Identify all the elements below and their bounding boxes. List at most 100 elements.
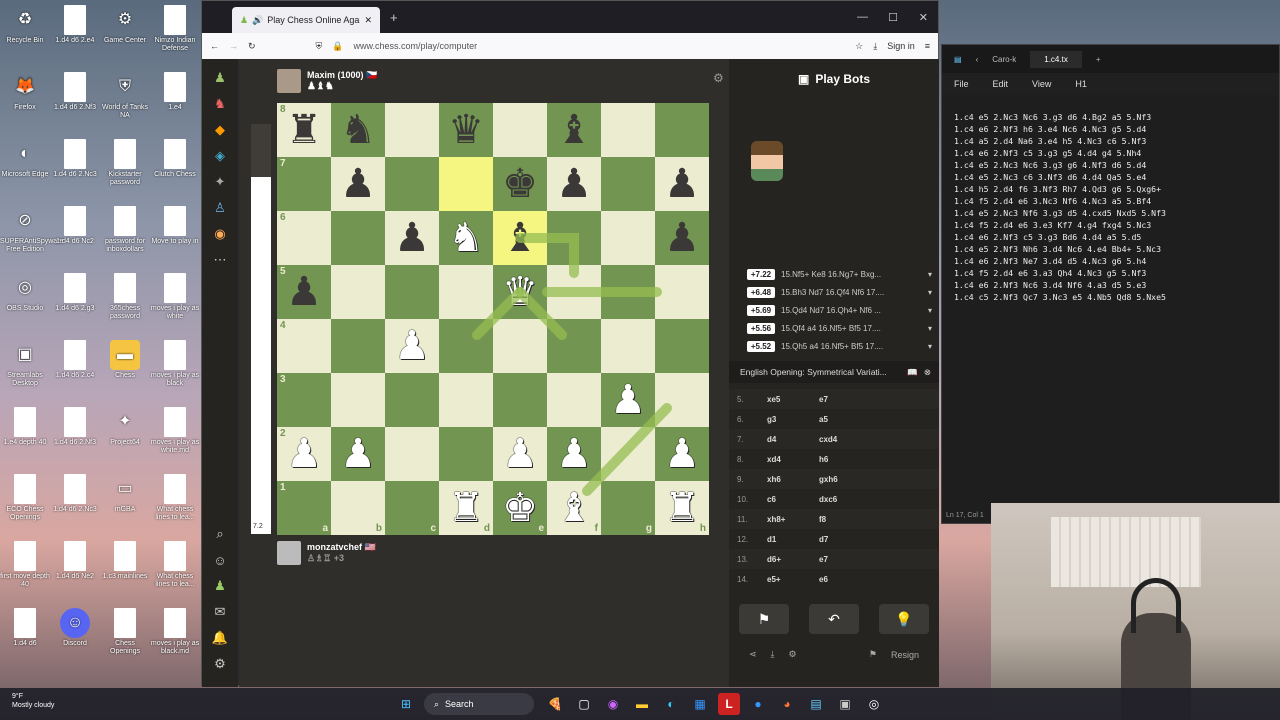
black-move[interactable]: e7 bbox=[819, 395, 881, 404]
close-window-icon[interactable]: ✕ bbox=[919, 11, 928, 24]
square-a1[interactable]: 1a bbox=[277, 481, 331, 535]
square-b4[interactable] bbox=[331, 319, 385, 373]
white-move[interactable]: xd4 bbox=[757, 455, 819, 464]
black-move[interactable]: e7 bbox=[819, 555, 881, 564]
square-d1[interactable]: d ♜ bbox=[439, 481, 493, 535]
settings-icon[interactable]: ⚙ bbox=[211, 655, 229, 673]
white-bishop-piece[interactable]: ♝ bbox=[556, 488, 592, 528]
back-icon[interactable]: ← bbox=[210, 41, 219, 51]
white-move[interactable]: d6+ bbox=[757, 555, 819, 564]
weather-widget[interactable]: 9°F Mostly cloudy bbox=[12, 692, 54, 710]
square-a4[interactable]: 4 bbox=[277, 319, 331, 373]
chesscom-logo-icon[interactable]: ♟ bbox=[211, 69, 229, 87]
desktop-icon[interactable]: 1.d4 d6 2.Nf3 bbox=[50, 407, 100, 447]
notifications-icon[interactable]: 🔔 bbox=[211, 629, 229, 647]
white-rook-piece[interactable]: ♜ bbox=[664, 488, 700, 528]
desktop-icon[interactable]: 1.d4 d6 2.g3 bbox=[50, 273, 100, 313]
square-h1[interactable]: h ♜ bbox=[655, 481, 709, 535]
square-a8[interactable]: 8 ♜ bbox=[277, 103, 331, 157]
white-pawn-piece[interactable]: ♟ bbox=[502, 434, 538, 474]
black-pawn-piece[interactable]: ♟ bbox=[340, 164, 376, 204]
desktop-icon[interactable]: Nimzo Indian Defense bbox=[150, 5, 200, 53]
square-a7[interactable]: 7 bbox=[277, 157, 331, 211]
white-queen-piece[interactable]: ♛ bbox=[502, 272, 538, 312]
menu-item[interactable]: H1 bbox=[1075, 79, 1087, 89]
settings-icon[interactable]: ⚙ bbox=[789, 649, 797, 660]
white-move[interactable]: e5+ bbox=[757, 575, 819, 584]
desktop-icon[interactable]: first move depth 40 bbox=[0, 541, 50, 589]
black-knight-piece[interactable]: ♞ bbox=[340, 110, 376, 150]
more-icon[interactable]: ⋯ bbox=[211, 251, 229, 269]
community-icon[interactable]: ◉ bbox=[211, 225, 229, 243]
url-field[interactable]: www.chess.com/play/computer bbox=[354, 41, 846, 51]
white-pawn-piece[interactable]: ♟ bbox=[556, 434, 592, 474]
square-g3[interactable]: ♟ bbox=[601, 373, 655, 427]
square-g7[interactable] bbox=[601, 157, 655, 211]
square-f6[interactable] bbox=[547, 211, 601, 265]
square-b6[interactable] bbox=[331, 211, 385, 265]
chevron-down-icon[interactable]: ▾ bbox=[928, 270, 932, 279]
square-h3[interactable] bbox=[655, 373, 709, 427]
flag-icon[interactable]: ⚑ bbox=[739, 604, 789, 634]
black-pawn-piece[interactable]: ♟ bbox=[556, 164, 592, 204]
messages-icon[interactable]: ✉ bbox=[211, 603, 229, 621]
white-move[interactable]: d1 bbox=[757, 535, 819, 544]
square-a2[interactable]: 2 ♟ bbox=[277, 427, 331, 481]
file-explorer-icon[interactable]: ▬ bbox=[631, 693, 653, 715]
chess-board[interactable]: 8 ♜ ♞ ♛ ♝ 7 ♟ ♚ ♟ ♟ 6 ♟ ♞ ♝ ♟ 5 ♟ ♛ 4 ♟ 3 ♟ 2 ♟ ♟ ♟ ♟ ♟ 1 a b c d ♜ e ♚ f ♝ g h… bbox=[277, 103, 709, 535]
desktop-icon[interactable]: ✦ Project64 bbox=[100, 407, 150, 447]
top-player[interactable]: Maxim (1000) 🇨🇿 ♟♝♞ bbox=[277, 69, 377, 93]
white-pawn-piece[interactable]: ♟ bbox=[610, 380, 646, 420]
desktop-icon[interactable]: moves i play as white bbox=[150, 273, 200, 321]
download-icon[interactable]: ⤓ bbox=[873, 41, 877, 52]
square-g4[interactable] bbox=[601, 319, 655, 373]
engine-line[interactable]: +7.22 15.Nf5+ Ke8 16.Ng7+ Bxg... ▾ bbox=[747, 265, 932, 283]
new-tab-icon[interactable]: + bbox=[1096, 55, 1101, 64]
desktop-icon[interactable]: ⛨ World of Tanks NA bbox=[100, 72, 150, 120]
desktop-icon[interactable]: Chess Openings bbox=[100, 608, 150, 656]
audio-icon[interactable]: 🔊 bbox=[252, 15, 263, 26]
close-icon[interactable]: ✕ bbox=[364, 15, 372, 26]
white-pawn-piece[interactable]: ♟ bbox=[286, 434, 322, 474]
square-e3[interactable] bbox=[493, 373, 547, 427]
square-c7[interactable] bbox=[385, 157, 439, 211]
square-h6[interactable]: ♟ bbox=[655, 211, 709, 265]
start-icon[interactable]: ⊞ bbox=[395, 693, 417, 715]
white-move[interactable]: c6 bbox=[757, 495, 819, 504]
black-move[interactable]: a5 bbox=[819, 415, 881, 424]
white-pawn-piece[interactable]: ♟ bbox=[340, 434, 376, 474]
desktop-icon[interactable]: Clutch Chess bbox=[150, 139, 200, 179]
copilot-icon[interactable]: ◉ bbox=[602, 693, 624, 715]
desktop-icon[interactable]: ♻ Recycle Bin bbox=[0, 5, 50, 45]
desktop-icon[interactable]: 1.d4 d6 2.Nf3 bbox=[50, 72, 100, 112]
square-h2[interactable]: ♟ bbox=[655, 427, 709, 481]
black-rook-piece[interactable]: ♜ bbox=[286, 110, 322, 150]
white-rook-piece[interactable]: ♜ bbox=[448, 488, 484, 528]
download-icon[interactable]: ⤓ bbox=[771, 649, 775, 660]
square-d5[interactable] bbox=[439, 265, 493, 319]
square-e5[interactable]: ♛ bbox=[493, 265, 547, 319]
book-icon[interactable]: 📖 bbox=[907, 367, 918, 378]
square-c2[interactable] bbox=[385, 427, 439, 481]
notepad-icon[interactable]: ▤ bbox=[805, 693, 827, 715]
black-pawn-piece[interactable]: ♟ bbox=[286, 272, 322, 312]
desktop-icon[interactable]: ◎ OBS Studio bbox=[0, 273, 50, 313]
close-icon[interactable]: ⊗ bbox=[924, 367, 931, 378]
square-d7[interactable] bbox=[439, 157, 493, 211]
notepad-text[interactable]: 1.c4 e5 2.Nc3 Nc6 3.g3 d6 4.Bg2 a5 5.Nf3… bbox=[942, 95, 1279, 319]
task-view-icon[interactable]: ▢ bbox=[573, 693, 595, 715]
search-icon[interactable]: ⌕ bbox=[211, 525, 229, 543]
widget-icon[interactable]: 🍕 bbox=[544, 693, 566, 715]
forward-icon[interactable]: → bbox=[229, 41, 238, 51]
square-g2[interactable] bbox=[601, 427, 655, 481]
square-e1[interactable]: e ♚ bbox=[493, 481, 547, 535]
desktop-icon[interactable]: ⚙ Game Center bbox=[100, 5, 150, 45]
white-move[interactable]: g3 bbox=[757, 415, 819, 424]
black-move[interactable]: d7 bbox=[819, 535, 881, 544]
black-bishop-piece[interactable]: ♝ bbox=[502, 218, 538, 258]
desktop-icon[interactable]: ▭ mGBA bbox=[100, 474, 150, 514]
square-f8[interactable]: ♝ bbox=[547, 103, 601, 157]
black-queen-piece[interactable]: ♛ bbox=[448, 110, 484, 150]
desktop-icon[interactable]: moves i play as white.md bbox=[150, 407, 200, 455]
white-king-piece[interactable]: ♚ bbox=[502, 488, 538, 528]
